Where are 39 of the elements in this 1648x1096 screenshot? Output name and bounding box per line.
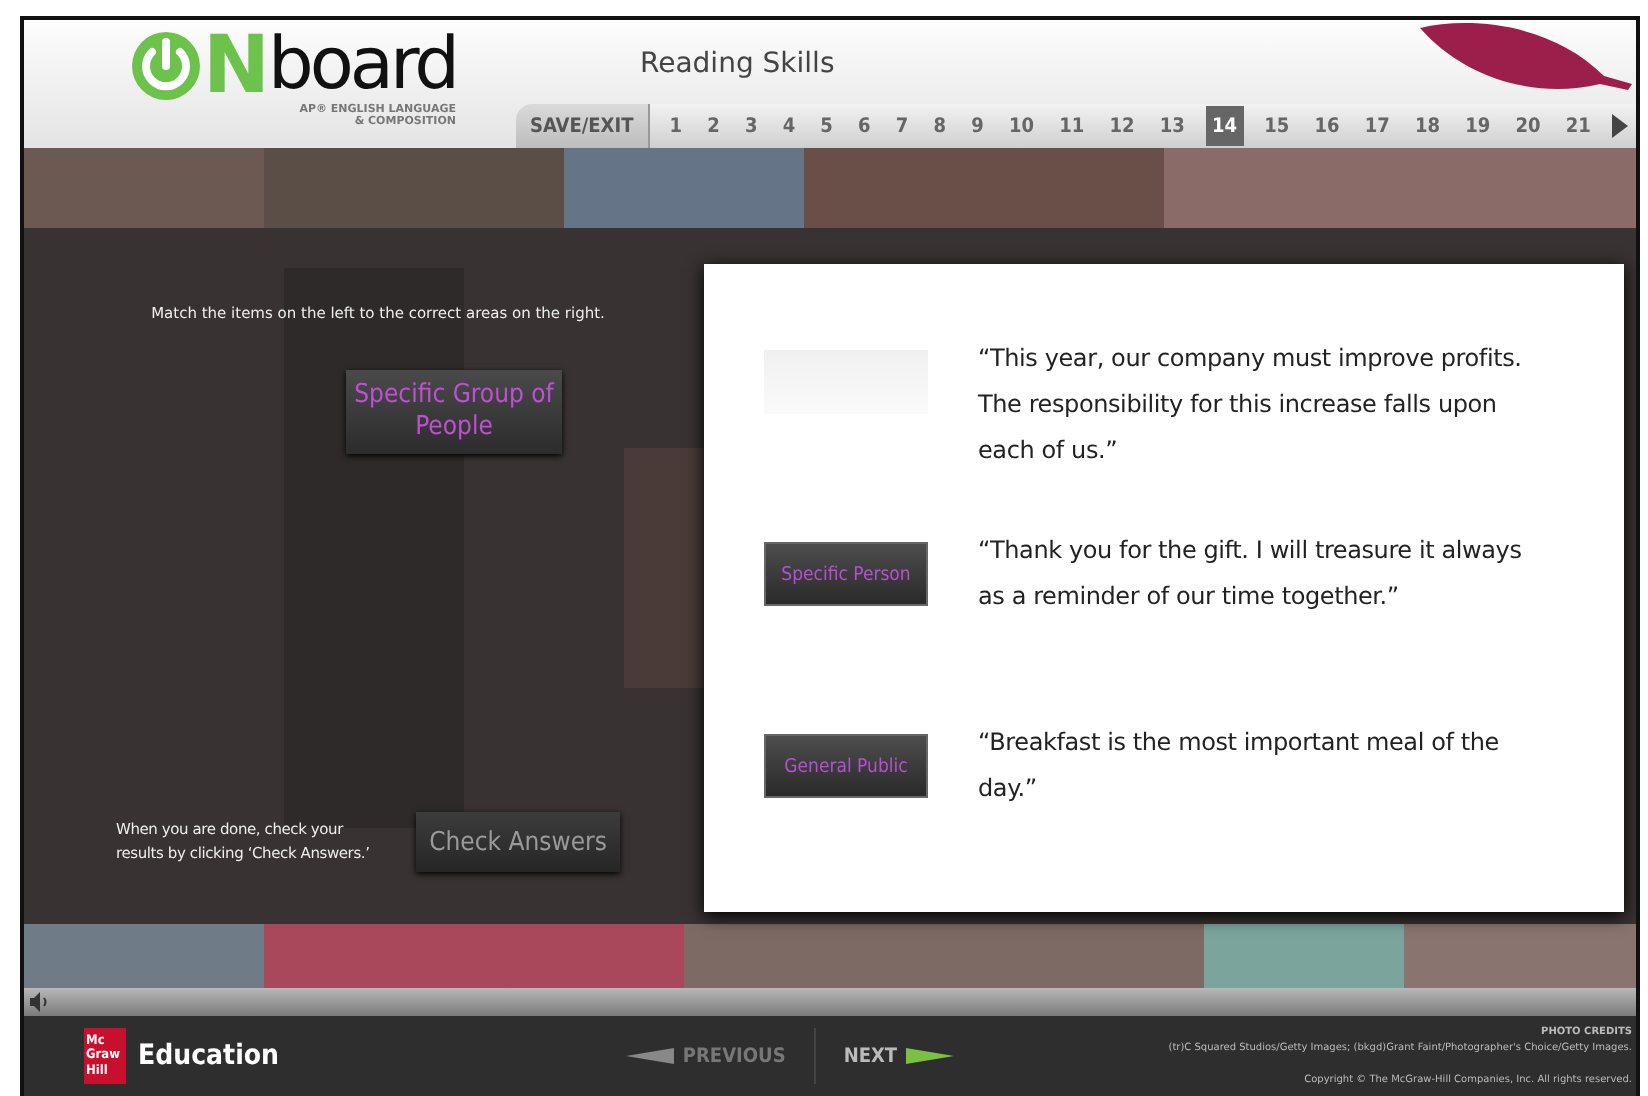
matched-item[interactable]: Specific Person: [764, 542, 928, 606]
page-number[interactable]: 18: [1410, 106, 1444, 146]
page-number[interactable]: 9: [967, 106, 988, 146]
logo-letter: N: [203, 26, 267, 106]
page-number[interactable]: 12: [1105, 106, 1139, 146]
page-number[interactable]: 16: [1310, 106, 1344, 146]
page-number[interactable]: 6: [854, 106, 875, 146]
page-number[interactable]: 1: [665, 106, 686, 146]
right-arrow-icon: [905, 1048, 954, 1064]
quote-text: “Thank you for the gift. I will treasure it always as a reminder of our time together.”: [978, 534, 1524, 614]
right-arrow-icon[interactable]: [1611, 114, 1628, 138]
check-answers-button[interactable]: Check Answers: [416, 812, 620, 872]
page-number[interactable]: 13: [1155, 106, 1189, 146]
quote-text: “Breakfast is the most important meal of the day.”: [978, 726, 1501, 806]
page-number[interactable]: 19: [1461, 106, 1495, 146]
quote-text: “This year, our company must improve profits. The responsibility for this increase falls upon each of us.”: [978, 342, 1524, 468]
page-number[interactable]: 11: [1055, 106, 1089, 146]
drag-item[interactable]: Specific Group of People: [346, 370, 562, 454]
page-number[interactable]: 17: [1360, 106, 1394, 146]
next-button[interactable]: NEXT: [815, 1037, 982, 1075]
page-number[interactable]: 2: [703, 106, 724, 146]
page-number[interactable]: 3: [740, 106, 762, 146]
speaker-icon[interactable]: [30, 992, 48, 1012]
page-number[interactable]: 15: [1260, 106, 1294, 146]
publisher-name: Education: [138, 1040, 280, 1072]
save-exit-button[interactable]: SAVE/EXIT: [516, 104, 650, 148]
page-number[interactable]: 4: [778, 106, 800, 146]
page-number[interactable]: 8: [929, 106, 951, 146]
matched-item[interactable]: General Public: [764, 734, 928, 798]
logo-word: board: [268, 30, 456, 102]
left-arrow-icon: [626, 1048, 675, 1064]
page-number[interactable]: 7: [891, 106, 913, 146]
page-number[interactable]: 21: [1561, 106, 1595, 146]
page-number[interactable]: 20: [1511, 106, 1545, 146]
page-number[interactable]: 5: [816, 106, 837, 146]
page-number[interactable]: 10: [1004, 106, 1038, 146]
page-number[interactable]: 14: [1205, 106, 1243, 146]
lesson-title: Reading Skills: [640, 48, 835, 80]
power-icon: [129, 30, 202, 102]
